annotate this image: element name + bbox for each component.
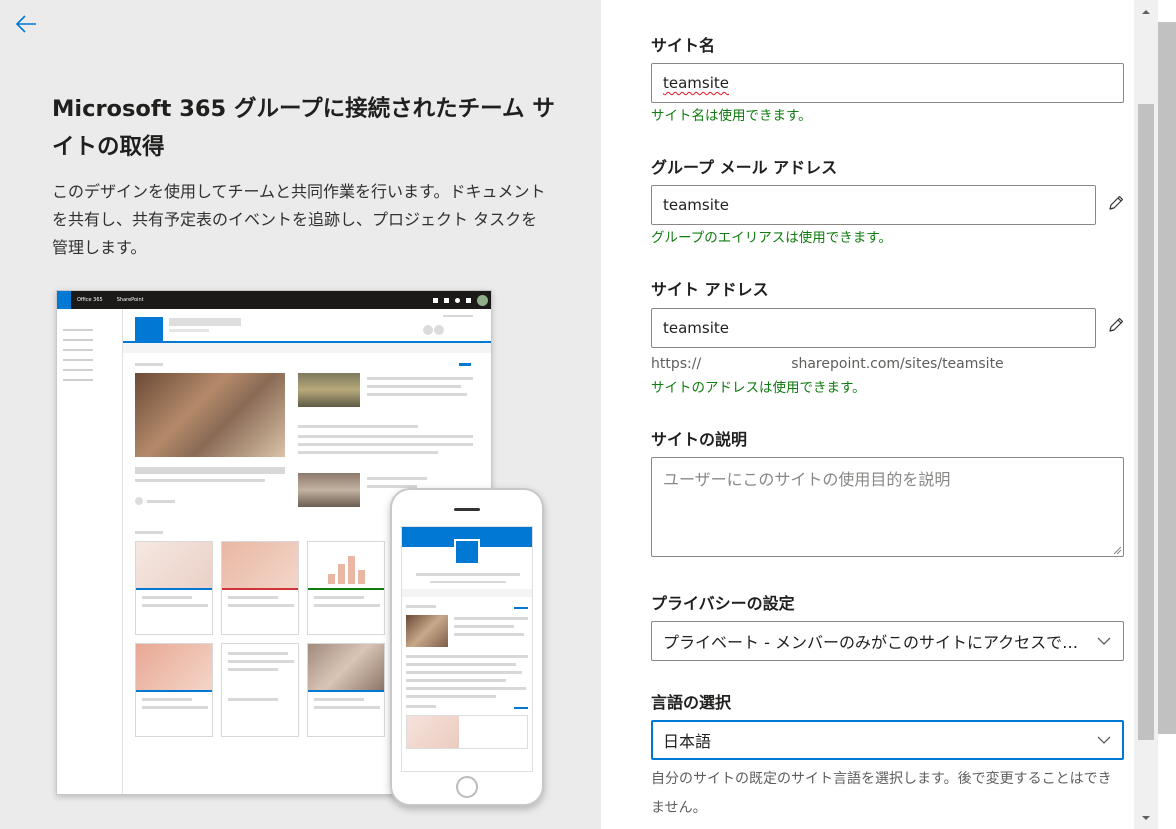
site-url-preview: https:// sharepoint.com/sites/teamsite xyxy=(651,356,1004,372)
vertical-scrollbar[interactable] xyxy=(1134,0,1176,829)
pencil-icon xyxy=(1109,317,1124,332)
outer-scrollbar-thumb[interactable] xyxy=(1158,22,1176,734)
language-selected: 日本語 xyxy=(663,732,712,751)
group-email-input[interactable]: teamsite xyxy=(651,185,1096,225)
preview-hero-photo xyxy=(135,373,285,457)
site-url-prefix: https:// xyxy=(651,356,702,372)
chevron-down-icon xyxy=(1097,736,1111,744)
site-name-value: teamsite xyxy=(663,74,730,92)
group-email-value: teamsite xyxy=(663,196,730,214)
edit-group-email-button[interactable] xyxy=(1104,191,1128,215)
site-address-input[interactable]: teamsite xyxy=(651,308,1096,348)
resize-grip-icon[interactable] xyxy=(1112,545,1122,555)
site-description-placeholder: ユーザーにこのサイトの使用目的を説明 xyxy=(663,470,951,489)
privacy-label: プライバシーの設定 xyxy=(651,594,795,613)
language-label: 言語の選択 xyxy=(651,693,732,712)
group-email-label: グループ メール アドレス xyxy=(651,158,838,177)
site-address-label: サイト アドレス xyxy=(651,280,769,299)
preview-suite-bar: Office 365 SharePoint xyxy=(57,291,491,309)
site-name-input[interactable]: teamsite xyxy=(651,63,1124,103)
design-preview-panel: Microsoft 365 グループに接続されたチーム サイトの取得 このデザイ… xyxy=(0,0,601,829)
language-dropdown[interactable]: 日本語 xyxy=(651,720,1124,760)
pencil-icon xyxy=(1109,195,1124,210)
site-description-label: サイトの説明 xyxy=(651,430,748,449)
phone-preview xyxy=(390,488,544,806)
site-name-label: サイト名 xyxy=(651,36,716,55)
design-title: Microsoft 365 グループに接続されたチーム サイトの取得 xyxy=(52,96,555,160)
preview-app-name: Office 365 xyxy=(77,297,103,303)
arrow-left-icon xyxy=(15,15,36,33)
site-name-status: サイト名は使用できます。 xyxy=(651,108,812,124)
site-url-suffix: sharepoint.com/sites/teamsite xyxy=(791,356,1004,372)
waffle-icon xyxy=(57,291,71,309)
group-email-status: グループのエイリアスは使用できます。 xyxy=(651,230,892,246)
site-address-value: teamsite xyxy=(663,319,730,337)
site-address-status: サイトのアドレスは使用できます。 xyxy=(651,380,866,396)
privacy-selected: プライベート - メンバーのみがこのサイトにアクセスできます xyxy=(663,633,1084,652)
privacy-dropdown[interactable]: プライベート - メンバーのみがこのサイトにアクセスできます xyxy=(651,621,1124,661)
scrollbar-thumb[interactable] xyxy=(1138,104,1154,740)
edit-site-address-button[interactable] xyxy=(1104,313,1128,337)
design-preview-image: Office 365 SharePoint xyxy=(56,290,546,810)
language-help-text: 自分のサイトの既定のサイト言語を選択します。後で変更することはできません。 xyxy=(651,771,1112,816)
scroll-down-icon[interactable] xyxy=(1140,812,1152,824)
site-description-textarea[interactable]: ユーザーにこのサイトの使用目的を説明 xyxy=(651,457,1124,557)
preview-product-name: SharePoint xyxy=(116,297,144,303)
design-description: このデザインを使用してチームと共同作業を行います。ドキュメントを共有し、共有予定… xyxy=(52,182,546,257)
site-settings-form: サイト名 teamsite サイト名は使用できます。 グループ メール アドレス… xyxy=(601,0,1134,829)
back-button[interactable] xyxy=(12,10,40,38)
chevron-down-icon xyxy=(1097,637,1111,645)
scroll-up-icon[interactable] xyxy=(1140,6,1152,18)
